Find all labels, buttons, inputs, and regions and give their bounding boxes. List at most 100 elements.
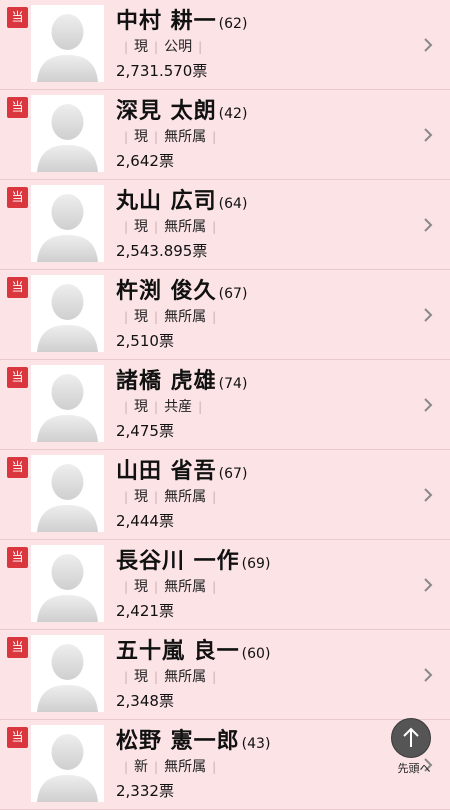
separator: | <box>212 310 217 324</box>
avatar <box>31 635 104 712</box>
candidate-votes: 2,475票 <box>116 422 174 440</box>
elected-badge: 当 <box>7 277 28 298</box>
avatar <box>31 545 104 622</box>
candidate-status: 新 <box>134 759 149 775</box>
candidate-age: (42) <box>218 106 248 122</box>
candidate-votes: 2,642票 <box>116 152 174 170</box>
elected-badge: 当 <box>7 187 28 208</box>
separator: | <box>154 130 159 144</box>
avatar-placeholder-icon <box>37 734 98 802</box>
candidate-row[interactable]: 当 五十嵐 良一 (60) | 現 | 無所属 | 2,348票 <box>0 630 450 720</box>
candidate-votes: 2,421票 <box>116 602 174 620</box>
candidate-name: 丸山 広司 <box>116 189 217 214</box>
avatar-placeholder-icon <box>37 374 98 442</box>
avatar-placeholder-icon <box>37 104 98 172</box>
candidate-votes: 2,348票 <box>116 692 174 710</box>
elected-badge: 当 <box>7 7 28 28</box>
separator: | <box>198 400 203 414</box>
separator: | <box>154 760 159 774</box>
separator: | <box>198 40 203 54</box>
separator: | <box>124 220 129 234</box>
avatar <box>31 455 104 532</box>
avatar-placeholder-icon <box>37 14 98 82</box>
separator: | <box>124 40 129 54</box>
candidate-status: 現 <box>134 399 149 415</box>
candidate-row[interactable]: 当 杵渕 俊久 (67) | 現 | 無所属 | 2,510票 <box>0 270 450 360</box>
avatar-placeholder-icon <box>37 644 98 712</box>
separator: | <box>124 580 129 594</box>
candidate-row[interactable]: 当 松野 憲一郎 (43) | 新 | 無所属 | 2,332票 <box>0 720 450 810</box>
candidate-party: 公明 <box>164 39 193 55</box>
candidate-row[interactable]: 当 丸山 広司 (64) | 現 | 無所属 | 2,543.895票 <box>0 180 450 270</box>
avatar-placeholder-icon <box>37 554 98 622</box>
candidate-name: 中村 耕一 <box>116 9 217 34</box>
candidate-party: 無所属 <box>164 489 207 505</box>
candidate-status: 現 <box>134 129 149 145</box>
elected-badge: 当 <box>7 727 28 748</box>
candidate-row[interactable]: 当 山田 省吾 (67) | 現 | 無所属 | 2,444票 <box>0 450 450 540</box>
avatar-placeholder-icon <box>37 194 98 262</box>
separator: | <box>124 400 129 414</box>
separator: | <box>212 670 217 684</box>
candidate-name: 杵渕 俊久 <box>116 279 217 304</box>
avatar <box>31 275 104 352</box>
chevron-right-icon <box>424 218 433 232</box>
avatar <box>31 725 104 802</box>
candidate-votes: 2,731.570票 <box>116 62 208 80</box>
elected-badge: 当 <box>7 367 28 388</box>
separator: | <box>212 760 217 774</box>
scroll-to-top-label: 先頭へ <box>397 762 431 775</box>
chevron-right-icon <box>424 308 433 322</box>
avatar <box>31 5 104 82</box>
candidate-age: (74) <box>218 376 248 392</box>
separator: | <box>124 130 129 144</box>
separator: | <box>154 40 159 54</box>
avatar <box>31 95 104 172</box>
candidate-name: 五十嵐 良一 <box>116 639 240 664</box>
candidate-party: 共産 <box>164 399 193 415</box>
separator: | <box>212 130 217 144</box>
candidate-party: 無所属 <box>164 129 207 145</box>
separator: | <box>124 760 129 774</box>
candidate-age: (60) <box>241 646 271 662</box>
chevron-right-icon <box>424 398 433 412</box>
avatar-placeholder-icon <box>37 464 98 532</box>
separator: | <box>154 310 159 324</box>
candidate-status: 現 <box>134 39 149 55</box>
candidate-votes: 2,444票 <box>116 512 174 530</box>
candidate-row[interactable]: 当 諸橋 虎雄 (74) | 現 | 共産 | 2,475票 <box>0 360 450 450</box>
candidate-age: (67) <box>218 466 248 482</box>
separator: | <box>154 400 159 414</box>
candidate-party: 無所属 <box>164 219 207 235</box>
candidate-status: 現 <box>134 669 149 685</box>
separator: | <box>154 490 159 504</box>
chevron-right-icon <box>424 128 433 142</box>
elected-badge: 当 <box>7 637 28 658</box>
separator: | <box>154 220 159 234</box>
candidate-name: 松野 憲一郎 <box>116 729 240 754</box>
candidate-list: 当 中村 耕一 (62) | 現 | 公明 | 2,731.570票 当 深見 … <box>0 0 450 810</box>
candidate-party: 無所属 <box>164 759 207 775</box>
candidate-name: 山田 省吾 <box>116 459 217 484</box>
candidate-age: (62) <box>218 16 248 32</box>
chevron-right-icon <box>424 668 433 682</box>
candidate-age: (69) <box>241 556 271 572</box>
candidate-row[interactable]: 当 深見 太朗 (42) | 現 | 無所属 | 2,642票 <box>0 90 450 180</box>
candidate-party: 無所属 <box>164 669 207 685</box>
elected-badge: 当 <box>7 97 28 118</box>
candidate-party: 無所属 <box>164 579 207 595</box>
candidate-votes: 2,332票 <box>116 782 174 800</box>
candidate-name: 深見 太朗 <box>116 99 217 124</box>
candidate-row[interactable]: 当 長谷川 一作 (69) | 現 | 無所属 | 2,421票 <box>0 540 450 630</box>
separator: | <box>124 490 129 504</box>
chevron-right-icon <box>424 38 433 52</box>
candidate-status: 現 <box>134 309 149 325</box>
separator: | <box>212 580 217 594</box>
separator: | <box>212 490 217 504</box>
chevron-right-icon <box>424 488 433 502</box>
scroll-to-top-button[interactable] <box>391 718 431 758</box>
candidate-status: 現 <box>134 489 149 505</box>
separator: | <box>212 220 217 234</box>
candidate-row[interactable]: 当 中村 耕一 (62) | 現 | 公明 | 2,731.570票 <box>0 0 450 90</box>
candidate-status: 現 <box>134 579 149 595</box>
